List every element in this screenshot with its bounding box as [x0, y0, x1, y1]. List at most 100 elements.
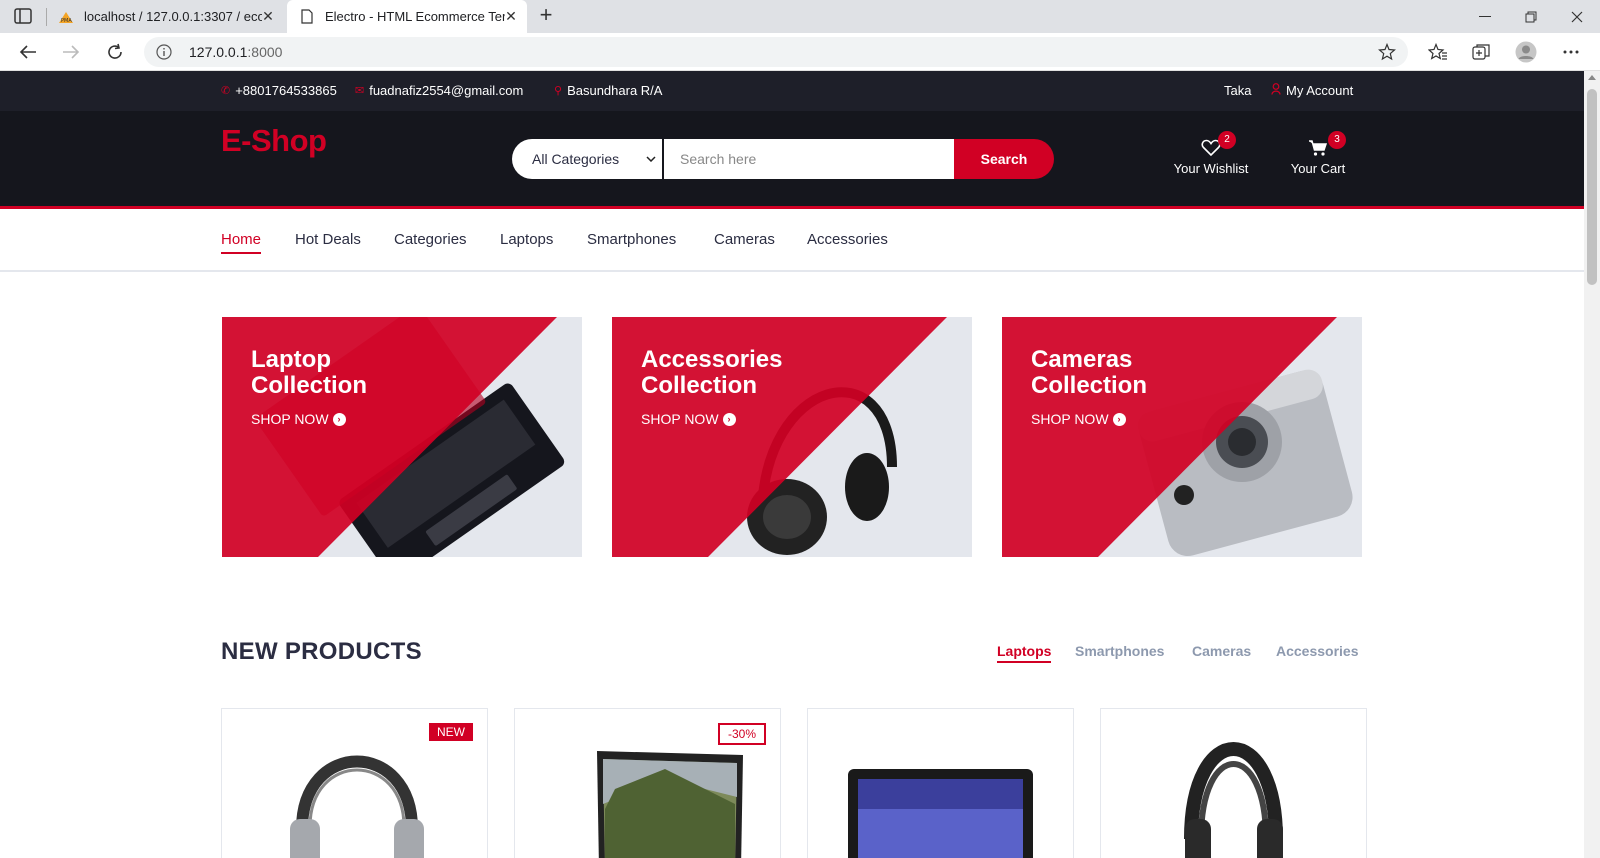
currency-text: Taka — [1224, 83, 1252, 98]
tab-title: localhost / 127.0.0.1:3307 / ecom — [84, 9, 262, 24]
close-icon[interactable]: ✕ — [260, 8, 276, 24]
new-tab-button[interactable]: + — [534, 4, 558, 28]
shop-now-link[interactable]: SHOP NOW › — [251, 411, 346, 427]
my-account-link[interactable]: My Account — [1271, 83, 1353, 98]
product-card[interactable] — [808, 709, 1073, 858]
url-text: 127.0.0.1:8000 — [189, 44, 282, 60]
collection-title: Accessories Collection — [641, 347, 782, 399]
category-select[interactable]: All Categories — [512, 139, 662, 179]
close-icon[interactable]: ✕ — [503, 8, 519, 24]
nav-item-accessories[interactable]: Accessories — [807, 231, 888, 248]
phone-text: +8801764533865 — [235, 83, 337, 98]
page-viewport: ✆ +8801764533865 ✉ fuadnafiz2554@gmail.c… — [0, 71, 1584, 858]
shop-now-label: SHOP NOW — [1031, 411, 1109, 427]
cart-icon — [1308, 139, 1328, 157]
tab-separator — [46, 8, 47, 26]
collection-title-line1: Laptop — [251, 346, 331, 373]
map-marker-icon: ⚲ — [554, 85, 563, 97]
accessories-collection-banner[interactable]: Accessories Collection SHOP NOW › — [612, 317, 972, 557]
tab-accessories[interactable]: Accessories — [1276, 643, 1359, 659]
cart-link[interactable]: Your Cart 3 — [1284, 131, 1352, 176]
forward-arrow-icon[interactable] — [59, 40, 83, 64]
cameras-collection-banner[interactable]: Cameras Collection SHOP NOW › — [1002, 317, 1362, 557]
url-host: 127.0.0.1 — [189, 44, 248, 60]
browser-tab-active[interactable]: Electro - HTML Ecommerce Temp ✕ — [287, 0, 527, 33]
currency-link[interactable]: Taka — [1224, 83, 1251, 98]
close-window-button[interactable] — [1554, 0, 1600, 33]
wishlist-label: Your Wishlist — [1173, 161, 1249, 176]
nav-item-home[interactable]: Home — [221, 231, 262, 254]
search-form: All Categories Search here Search — [512, 139, 1054, 179]
chevron-down-icon — [646, 139, 656, 179]
wishlist-link[interactable]: Your Wishlist 2 — [1168, 131, 1254, 176]
phone-link[interactable]: ✆ +8801764533865 — [221, 83, 337, 98]
nav-item-smartphones[interactable]: Smartphones — [587, 231, 676, 248]
wishlist-count-badge: 2 — [1218, 131, 1236, 149]
browser-toolbar: 127.0.0.1:8000 — [0, 33, 1600, 71]
browser-tab-phpmyadmin[interactable]: PMA localhost / 127.0.0.1:3307 / ecom ✕ — [48, 0, 284, 33]
cart-label: Your Cart — [1290, 161, 1346, 176]
collection-title-line1: Accessories — [641, 346, 783, 373]
discount-badge: -30% — [717, 723, 766, 745]
tab-actions-icon[interactable] — [14, 8, 32, 24]
page-scrollbar[interactable] — [1584, 71, 1600, 858]
back-arrow-icon[interactable] — [16, 40, 40, 64]
browser-tab-bar: PMA localhost / 127.0.0.1:3307 / ecom ✕ … — [0, 0, 1600, 33]
collection-title: Laptop Collection — [251, 347, 367, 399]
product-card[interactable]: -30% — [515, 709, 780, 858]
tab-smartphones[interactable]: Smartphones — [1075, 643, 1164, 659]
search-input[interactable]: Search here — [664, 139, 954, 179]
add-favorite-icon[interactable] — [1378, 42, 1396, 66]
email-link[interactable]: ✉ fuadnafiz2554@gmail.com — [355, 83, 523, 98]
nav-item-hot-deals[interactable]: Hot Deals — [295, 231, 361, 248]
nav-item-cameras[interactable]: Cameras — [714, 231, 775, 248]
collection-title: Cameras Collection — [1031, 347, 1147, 399]
nav-item-laptops[interactable]: Laptops — [500, 231, 553, 248]
collection-title-line2: Collection — [251, 372, 368, 399]
product-card[interactable] — [1101, 709, 1366, 858]
envelope-icon: ✉ — [355, 85, 365, 97]
collections-icon[interactable] — [1470, 40, 1494, 64]
user-icon — [1271, 83, 1281, 98]
laptop-collection-banner[interactable]: Laptop Collection SHOP NOW › — [222, 317, 582, 557]
product-card[interactable]: NEW — [222, 709, 487, 858]
shop-now-link[interactable]: SHOP NOW › — [1031, 411, 1126, 427]
account-text: My Account — [1286, 83, 1354, 98]
product-image — [848, 769, 1033, 858]
settings-menu-icon[interactable] — [1559, 40, 1583, 64]
collection-title-line2: Collection — [641, 372, 758, 399]
cart-count-badge: 3 — [1328, 131, 1346, 149]
profile-avatar[interactable] — [1514, 40, 1538, 64]
search-button[interactable]: Search — [954, 139, 1054, 179]
minimize-button[interactable] — [1462, 0, 1508, 33]
category-select-value: All Categories — [532, 151, 620, 167]
restore-button[interactable] — [1508, 0, 1554, 33]
arrow-circle-right-icon: › — [332, 412, 346, 426]
main-navigation: Home Hot Deals Categories Laptops Smartp… — [0, 209, 1584, 272]
svg-text:PMA: PMA — [61, 18, 72, 24]
shop-now-label: SHOP NOW — [641, 411, 719, 427]
tab-cameras[interactable]: Cameras — [1192, 643, 1251, 659]
tab-laptops[interactable]: Laptops — [997, 643, 1052, 663]
url-port: :8000 — [247, 44, 283, 60]
site-logo[interactable]: E-Shop — [221, 123, 327, 159]
arrow-circle-right-icon: › — [722, 412, 736, 426]
reload-icon[interactable] — [103, 40, 127, 64]
favorites-icon[interactable] — [1426, 40, 1450, 64]
nav-item-categories[interactable]: Categories — [394, 231, 467, 248]
new-badge: NEW — [429, 723, 473, 741]
address-bar[interactable]: 127.0.0.1:8000 — [144, 37, 1408, 67]
scrollbar-thumb[interactable] — [1587, 89, 1597, 285]
collection-title-line1: Cameras — [1031, 346, 1133, 373]
top-header: ✆ +8801764533865 ✉ fuadnafiz2554@gmail.c… — [0, 71, 1584, 111]
phone-icon: ✆ — [221, 85, 231, 97]
product-image — [1184, 742, 1283, 858]
location-link[interactable]: ⚲ Basundhara R/A — [554, 83, 662, 98]
shop-now-link[interactable]: SHOP NOW › — [641, 411, 736, 427]
location-text: Basundhara R/A — [567, 83, 663, 98]
info-icon[interactable] — [156, 44, 172, 65]
main-header: E-Shop All Categories Search here Search… — [0, 111, 1584, 209]
scroll-up-arrow-icon[interactable] — [1588, 75, 1596, 80]
tab-title: Electro - HTML Ecommerce Temp — [325, 9, 505, 24]
phpmyadmin-icon: PMA — [58, 9, 74, 25]
